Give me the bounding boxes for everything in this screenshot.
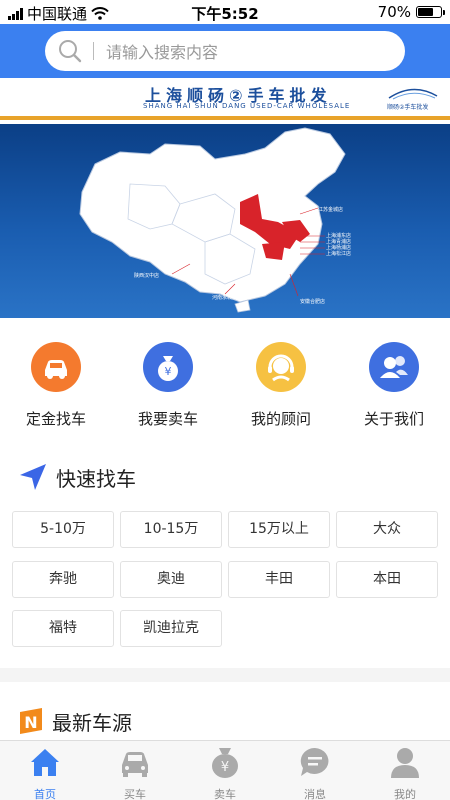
brand-logo-text: 顺砀②手车批发 [387, 104, 429, 111]
people-icon [369, 342, 419, 392]
new-badge-icon: N [20, 708, 42, 734]
filter-tag[interactable]: 丰田 [228, 561, 330, 598]
battery-percent: 70% [377, 3, 411, 21]
tab-home[interactable]: 首页 [0, 745, 90, 800]
tab-buy-car[interactable]: 买车 [90, 745, 180, 800]
navigation-arrow-icon [20, 464, 46, 490]
search-input[interactable]: 请输入搜索内容 [45, 31, 405, 71]
tab-label: 消息 [304, 788, 326, 800]
china-map [79, 127, 346, 313]
filter-tag[interactable]: 福特 [12, 610, 114, 647]
tab-label: 买车 [124, 788, 146, 800]
tab-label: 卖车 [214, 788, 236, 800]
filter-tag[interactable]: 大众 [336, 511, 438, 548]
brand-banner: 上海顺砀②手车批发 SHANG HAI SHUN DANG USED-CAR W… [0, 78, 450, 120]
search-placeholder: 请输入搜索内容 [106, 43, 219, 62]
tab-label: 首页 [34, 788, 56, 800]
quick-find-title: 快速找车 [56, 466, 136, 491]
latest-listings-title: 最新车源 [52, 710, 132, 735]
tab-profile[interactable]: 我的 [360, 745, 450, 800]
battery-icon [416, 6, 445, 18]
quick-action-label: 定金找车 [25, 410, 86, 428]
car-icon [122, 752, 148, 777]
tab-sell-car[interactable]: ¥ 卖车 [180, 745, 270, 800]
quick-action-sell-car[interactable]: ¥ 我要卖车 [112, 342, 224, 429]
tab-messages[interactable]: 消息 [270, 745, 360, 800]
search-divider [93, 42, 94, 60]
home-icon [31, 749, 59, 776]
money-bag-icon: ¥ [143, 342, 193, 392]
quick-action-label: 关于我们 [363, 410, 424, 428]
search-icon [59, 40, 82, 63]
filter-tag[interactable]: 5-10万 [12, 511, 114, 548]
svg-text:¥: ¥ [221, 760, 229, 775]
map-label: 河南永城店 [212, 295, 238, 301]
map-label: 上海松江店 [326, 251, 352, 257]
svg-text:N: N [24, 713, 37, 732]
user-icon [391, 748, 419, 778]
svg-text:¥: ¥ [165, 365, 172, 378]
section-divider [0, 668, 450, 682]
headset-icon [256, 342, 306, 392]
filter-tag[interactable]: 奔驰 [12, 561, 114, 598]
bottom-tab-bar: 首页 买车 ¥ 卖车 消息 我的 [0, 740, 450, 800]
filter-tag[interactable]: 10-15万 [120, 511, 222, 548]
status-bar: 中国联通 下午5:52 70% [0, 0, 450, 24]
quick-action-label: 我的顾问 [250, 410, 311, 428]
filter-tag[interactable]: 凯迪拉克 [120, 610, 222, 647]
map-label: 江苏金城店 [318, 207, 344, 213]
quick-action-label: 我要卖车 [137, 410, 198, 428]
latest-listings-header: N 最新车源 [18, 706, 132, 736]
message-icon [300, 747, 329, 776]
quick-action-my-advisor[interactable]: 我的顾问 [225, 342, 337, 429]
quick-action-about-us[interactable]: 关于我们 [338, 342, 450, 429]
map-label: 安徽合肥店 [300, 299, 326, 305]
money-bag-icon: ¥ [212, 748, 238, 778]
filter-tag[interactable]: 本田 [336, 561, 438, 598]
tab-label: 我的 [394, 788, 416, 800]
search-header: 请输入搜索内容 [0, 24, 450, 78]
quick-action-deposit-find-car[interactable]: 定金找车 [0, 342, 112, 429]
brand-subtitle: SHANG HAI SHUN DANG USED-CAR WHOLESALE [143, 102, 351, 110]
map-label: 陕西汉中店 [134, 273, 160, 279]
brand-logo: 顺砀②手车批发 [385, 84, 441, 112]
quick-actions: 定金找车 ¥ 我要卖车 我的顾问 关于我们 [0, 330, 450, 440]
filter-tag[interactable]: 15万以上 [228, 511, 330, 548]
car-icon [31, 342, 81, 392]
china-map-banner[interactable]: 江苏金城店 上海浦东店 上海青浦店 上海杨浦店 上海松江店 陕西汉中店 河南永城… [0, 124, 450, 318]
quick-find-header: 快速找车 [18, 462, 136, 492]
filter-tag[interactable]: 奥迪 [120, 561, 222, 598]
